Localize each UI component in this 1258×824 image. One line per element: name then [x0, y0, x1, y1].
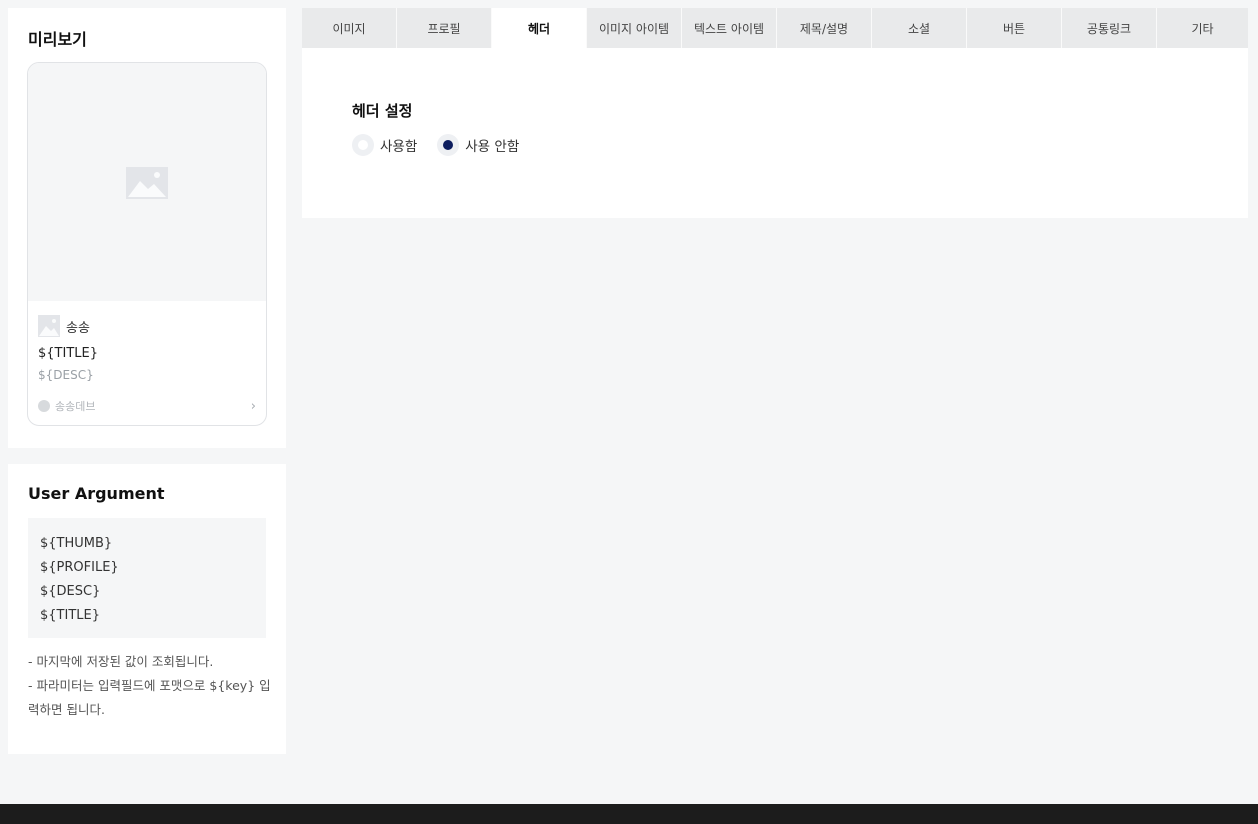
argument-item: ${PROFILE} — [40, 560, 119, 575]
note-line: - 파라미터는 입력필드에 포맷으로 ${key} 입력하면 됩니다. — [28, 678, 271, 717]
argument-item: ${THUMB} — [40, 536, 113, 551]
radio-use[interactable]: 사용함 — [352, 134, 417, 156]
radio-button[interactable] — [352, 134, 374, 156]
user-argument-title: User Argument — [28, 484, 165, 503]
card-thumbnail — [28, 63, 266, 301]
argument-list: ${THUMB} ${PROFILE} ${DESC} ${TITLE} — [28, 518, 266, 638]
tab-image[interactable]: 이미지 — [302, 8, 397, 48]
argument-item: ${TITLE} — [40, 608, 100, 623]
channel-logo-icon — [38, 400, 50, 412]
card-title: ${TITLE} — [38, 346, 98, 361]
channel-name: 송송데브 — [55, 400, 96, 413]
settings-panel: 이미지 프로필 헤더 이미지 아이템 텍스트 아이템 제목/설명 소셜 버튼 공… — [302, 8, 1248, 218]
tab-common-link[interactable]: 공통링크 — [1062, 8, 1157, 48]
tab-bar: 이미지 프로필 헤더 이미지 아이템 텍스트 아이템 제목/설명 소셜 버튼 공… — [302, 8, 1248, 48]
footer-bar — [0, 804, 1258, 824]
tab-image-item[interactable]: 이미지 아이템 — [587, 8, 682, 48]
tab-profile[interactable]: 프로필 — [397, 8, 492, 48]
argument-item: ${DESC} — [40, 584, 101, 599]
argument-notes: - 마지막에 저장된 값이 조회됩니다. - 파라미터는 입력필드에 포맷으로 … — [28, 650, 273, 722]
chevron-right-icon: › — [250, 398, 256, 414]
profile-name: 송송 — [66, 320, 90, 336]
tab-text-item[interactable]: 텍스트 아이템 — [682, 8, 777, 48]
preview-panel: 미리보기 송송 ${TITLE} ${DESC} 송송데브 › — [8, 8, 286, 448]
tab-title-desc[interactable]: 제목/설명 — [777, 8, 872, 48]
preview-card: 송송 ${TITLE} ${DESC} 송송데브 › — [27, 62, 267, 426]
tab-button[interactable]: 버튼 — [967, 8, 1062, 48]
radio-label: 사용함 — [380, 139, 418, 155]
preview-title: 미리보기 — [28, 30, 87, 49]
image-placeholder-icon — [126, 167, 168, 199]
header-radio-group: 사용함 사용 안함 — [352, 134, 539, 156]
user-argument-panel: User Argument ${THUMB} ${PROFILE} ${DESC… — [8, 464, 286, 754]
card-profile-row: 송송 — [38, 315, 90, 337]
header-settings-title: 헤더 설정 — [352, 102, 413, 120]
card-footer: 송송데브 › — [38, 398, 256, 414]
tab-social[interactable]: 소셜 — [872, 8, 967, 48]
note-line: - 마지막에 저장된 값이 조회됩니다. — [28, 654, 214, 669]
tab-header[interactable]: 헤더 — [492, 8, 587, 48]
radio-button[interactable] — [437, 134, 460, 156]
tab-etc[interactable]: 기타 — [1157, 8, 1248, 48]
radio-not-use[interactable]: 사용 안함 — [437, 134, 519, 156]
avatar-placeholder-icon — [38, 315, 60, 337]
radio-label: 사용 안함 — [465, 139, 520, 155]
card-desc: ${DESC} — [38, 368, 94, 382]
